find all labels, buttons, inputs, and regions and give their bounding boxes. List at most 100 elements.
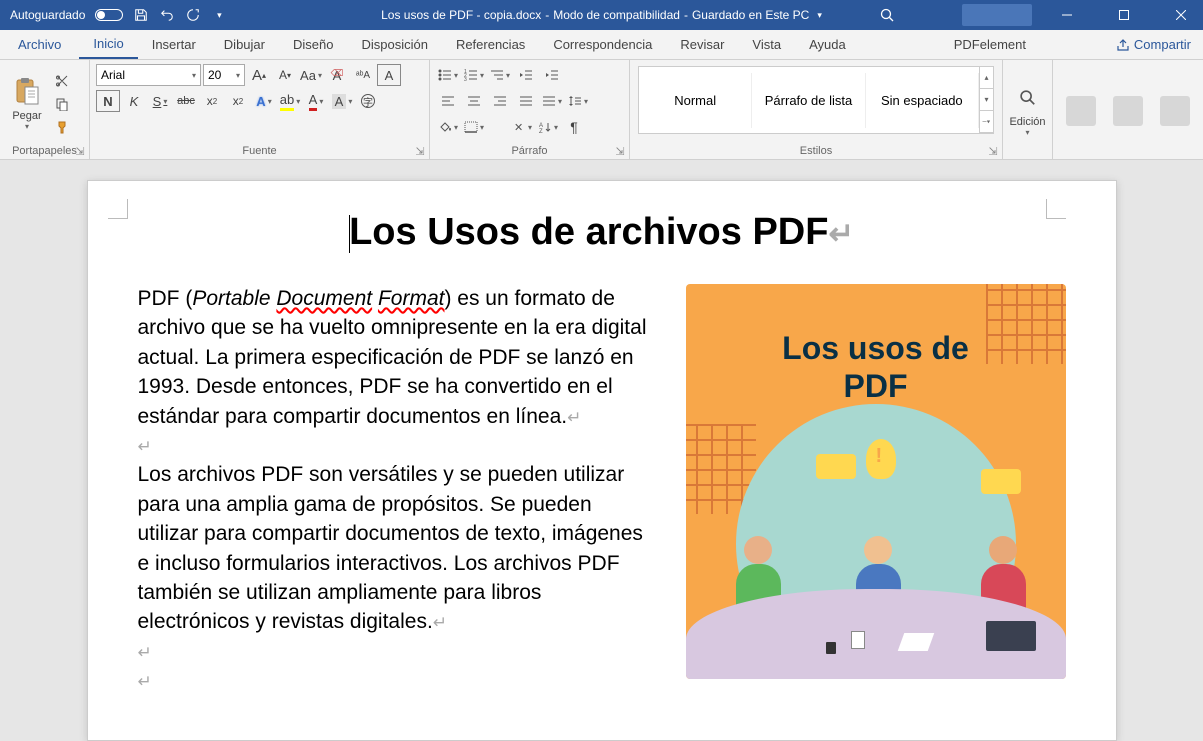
shrink-font-button[interactable]: A▾ xyxy=(273,64,297,86)
tab-pdfelement[interactable]: PDFelement xyxy=(940,30,1040,59)
clipboard-launcher-icon[interactable]: ⇲ xyxy=(75,145,85,155)
align-center-button[interactable] xyxy=(462,90,486,112)
align-left-button[interactable] xyxy=(436,90,460,112)
style-normal[interactable]: Normal xyxy=(639,73,752,128)
copy-button[interactable] xyxy=(52,94,72,114)
bold-button[interactable]: N xyxy=(96,90,120,112)
clear-formatting-button[interactable]: A⌫ xyxy=(325,64,349,86)
subscript-button[interactable]: x2 xyxy=(200,90,224,112)
tab-references[interactable]: Referencias xyxy=(442,30,539,59)
char-shading-button[interactable]: A xyxy=(330,90,354,112)
group-extra xyxy=(1053,60,1203,159)
increase-indent-button[interactable] xyxy=(540,64,564,86)
tab-insert[interactable]: Insertar xyxy=(138,30,210,59)
paragraph-launcher-icon[interactable]: ⇲ xyxy=(615,145,625,155)
pilcrow-icon: ↵ xyxy=(567,408,581,427)
font-size-combo[interactable]: 20▾ xyxy=(203,64,245,86)
tab-review[interactable]: Revisar xyxy=(666,30,738,59)
justify-button[interactable] xyxy=(514,90,538,112)
tab-addin[interactable] xyxy=(860,30,940,59)
highlight-button[interactable]: ab xyxy=(278,90,302,112)
user-account[interactable] xyxy=(962,4,1032,26)
minimize-button[interactable] xyxy=(1044,0,1089,30)
strikethrough-button[interactable]: abc xyxy=(174,90,198,112)
phonetic-guide-button[interactable]: ᵃᵇA xyxy=(351,64,375,86)
grow-font-button[interactable]: A▴ xyxy=(247,64,271,86)
page[interactable]: Los Usos de archivos PDF↵ PDF (Portable … xyxy=(87,180,1117,741)
multilevel-list-button[interactable] xyxy=(488,64,512,86)
paragraph-1[interactable]: PDF (Portable Document Format) es un for… xyxy=(138,284,656,431)
char-border-button[interactable]: A xyxy=(377,64,401,86)
paragraph-2[interactable]: Los archivos PDF son versátiles y se pue… xyxy=(138,460,656,636)
underline-button[interactable]: S xyxy=(148,90,172,112)
styles-launcher-icon[interactable]: ⇲ xyxy=(988,145,998,155)
editing-menu-button[interactable]: Edición ▾ xyxy=(1009,64,1046,155)
save-icon[interactable] xyxy=(133,7,149,23)
bullets-button[interactable] xyxy=(436,64,460,86)
tab-design[interactable]: Diseño xyxy=(279,30,347,59)
title-dropdown-icon[interactable]: ▾ xyxy=(817,10,822,21)
empty-paragraph[interactable]: ↵ xyxy=(138,637,656,666)
tab-home[interactable]: Inicio xyxy=(79,30,137,59)
empty-paragraph[interactable]: ↵ xyxy=(138,666,656,695)
embedded-image[interactable]: Los usos de PDF xyxy=(686,284,1066,679)
numbering-button[interactable]: 123 xyxy=(462,64,486,86)
gallery-up-icon[interactable]: ▴ xyxy=(980,67,993,89)
number-list-icon: 123 xyxy=(464,69,478,81)
asian-layout-button[interactable]: ✕ xyxy=(510,116,534,138)
svg-text:✕: ✕ xyxy=(514,122,523,133)
italic-button[interactable]: K xyxy=(122,90,146,112)
pilcrow-icon: ↵ xyxy=(138,437,152,456)
svg-text:Z: Z xyxy=(539,129,543,133)
maximize-button[interactable] xyxy=(1101,0,1146,30)
enclose-chars-button[interactable]: 字 xyxy=(356,90,380,112)
pilcrow-icon: ↵ xyxy=(138,672,152,691)
tab-draw[interactable]: Dibujar xyxy=(210,30,279,59)
font-color-button[interactable]: A xyxy=(304,90,328,112)
superscript-button[interactable]: x2 xyxy=(226,90,250,112)
autosave-toggle[interactable] xyxy=(95,9,123,21)
search-icon xyxy=(1012,82,1044,114)
share-button[interactable]: Compartir xyxy=(1104,30,1203,59)
borders-button[interactable] xyxy=(462,116,486,138)
text-effects-button[interactable]: A xyxy=(252,90,276,112)
redo-icon[interactable] xyxy=(185,7,201,23)
gallery-more-icon[interactable]: ⎯▾ xyxy=(980,111,993,133)
sort-button[interactable]: AZ xyxy=(536,116,560,138)
styles-gallery[interactable]: Normal Párrafo de lista Sin espaciado ▴ … xyxy=(638,66,994,134)
document-title[interactable]: Los Usos de archivos PDF↵ xyxy=(138,211,1066,254)
distributed-button[interactable] xyxy=(540,90,564,112)
empty-paragraph[interactable]: ↵ xyxy=(138,431,656,460)
pilcrow-icon: ¶ xyxy=(570,119,578,135)
tab-help[interactable]: Ayuda xyxy=(795,30,860,59)
line-spacing-icon xyxy=(568,95,582,107)
qat-dropdown-icon[interactable]: ▾ xyxy=(211,7,227,23)
cut-button[interactable] xyxy=(52,71,72,91)
tab-mailings[interactable]: Correspondencia xyxy=(539,30,666,59)
line-spacing-button[interactable] xyxy=(566,90,590,112)
change-case-button[interactable]: Aa xyxy=(299,64,323,86)
show-marks-button[interactable]: ¶ xyxy=(562,116,586,138)
search-icon[interactable] xyxy=(879,7,895,23)
body-text[interactable]: PDF (Portable Document Format) es un for… xyxy=(138,284,656,695)
pilcrow-icon: ↵ xyxy=(138,643,152,662)
tab-layout[interactable]: Disposición xyxy=(347,30,441,59)
paste-button[interactable]: Pegar ▾ xyxy=(6,64,48,143)
decrease-indent-button[interactable] xyxy=(514,64,538,86)
tab-view[interactable]: Vista xyxy=(738,30,795,59)
font-launcher-icon[interactable]: ⇲ xyxy=(415,145,425,155)
undo-icon[interactable] xyxy=(159,7,175,23)
tab-file[interactable]: Archivo xyxy=(0,30,79,59)
close-button[interactable] xyxy=(1158,0,1203,30)
document-area[interactable]: Los Usos de archivos PDF↵ PDF (Portable … xyxy=(0,160,1203,741)
format-painter-button[interactable] xyxy=(52,117,72,137)
style-no-spacing[interactable]: Sin espaciado xyxy=(866,73,979,128)
shading-button[interactable] xyxy=(436,116,460,138)
share-icon xyxy=(1116,38,1130,52)
group-clipboard: Pegar ▾ Portapapeles⇲ xyxy=(0,60,90,159)
style-list-paragraph[interactable]: Párrafo de lista xyxy=(752,73,865,128)
outdent-icon xyxy=(519,69,533,81)
align-right-button[interactable] xyxy=(488,90,512,112)
gallery-down-icon[interactable]: ▾ xyxy=(980,89,993,111)
font-name-combo[interactable]: Arial▾ xyxy=(96,64,201,86)
